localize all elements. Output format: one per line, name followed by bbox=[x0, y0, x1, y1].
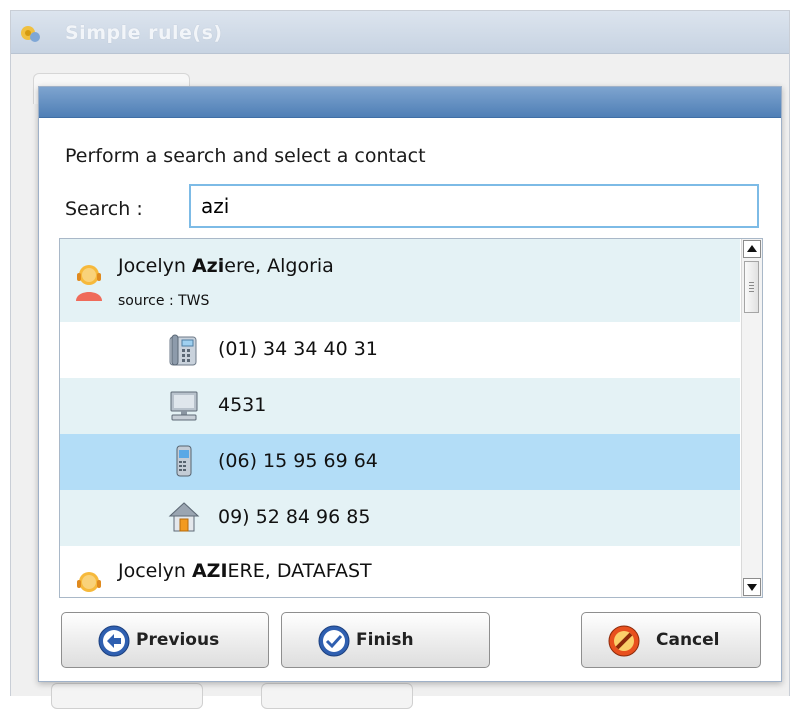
background-titlebar: Simple rule(s) bbox=[11, 11, 789, 54]
mobile-phone-icon bbox=[176, 445, 192, 477]
contact-name: Jocelyn AZIERE, DATAFAST bbox=[118, 560, 372, 582]
contact-source: source : TWS bbox=[118, 293, 210, 309]
phone-number: 4531 bbox=[218, 394, 267, 416]
contact-search-dialog: Perform a search and select a contact Se… bbox=[38, 86, 782, 682]
arrow-up-icon bbox=[747, 245, 757, 252]
finish-check-icon bbox=[318, 625, 350, 657]
background-window-title: Simple rule(s) bbox=[65, 22, 223, 44]
finish-button[interactable]: Finish bbox=[281, 612, 490, 668]
results-list[interactable]: Jocelyn Aziere, Algoria source : TWS (01… bbox=[59, 238, 763, 598]
person-icon bbox=[76, 265, 102, 301]
phone-number: (01) 34 34 40 31 bbox=[218, 338, 378, 360]
dialog-titlebar bbox=[39, 87, 781, 118]
previous-button[interactable]: Previous bbox=[61, 612, 269, 668]
computer-icon bbox=[170, 391, 198, 421]
phone-number-item[interactable]: (01) 34 34 40 31 bbox=[60, 322, 740, 378]
contact-name: Jocelyn Aziere, Algoria bbox=[118, 255, 334, 277]
phone-number: (06) 15 95 69 64 bbox=[218, 450, 378, 472]
cancel-icon bbox=[608, 625, 640, 657]
background-button bbox=[51, 683, 203, 709]
scroll-down-button[interactable] bbox=[743, 578, 761, 596]
background-button bbox=[261, 683, 413, 709]
search-label: Search : bbox=[65, 198, 143, 220]
phone-number-item[interactable]: 4531 bbox=[60, 378, 740, 434]
home-icon bbox=[168, 502, 200, 532]
scroll-thumb[interactable] bbox=[744, 261, 759, 313]
rule-icon bbox=[21, 26, 40, 42]
desk-phone-icon bbox=[169, 334, 197, 366]
cancel-button[interactable]: Cancel bbox=[581, 612, 761, 668]
scroll-up-button[interactable] bbox=[743, 240, 761, 258]
cancel-button-label: Cancel bbox=[656, 630, 720, 650]
arrow-down-icon bbox=[747, 584, 757, 591]
phone-number: 09) 52 84 96 85 bbox=[218, 506, 371, 528]
previous-button-label: Previous bbox=[136, 630, 220, 650]
phone-number-item[interactable]: 09) 52 84 96 85 bbox=[60, 490, 740, 546]
phone-number-item-selected[interactable]: (06) 15 95 69 64 bbox=[60, 434, 740, 490]
search-input[interactable] bbox=[189, 184, 759, 228]
contact-item[interactable]: Jocelyn Aziere, Algoria source : TWS bbox=[60, 239, 740, 322]
contact-item[interactable]: Jocelyn AZIERE, DATAFAST bbox=[60, 546, 740, 597]
instruction-text: Perform a search and select a contact bbox=[65, 145, 426, 167]
person-icon bbox=[77, 572, 101, 592]
back-arrow-icon bbox=[98, 625, 130, 657]
finish-button-label: Finish bbox=[356, 630, 414, 650]
results-scrollbar[interactable] bbox=[741, 239, 762, 597]
